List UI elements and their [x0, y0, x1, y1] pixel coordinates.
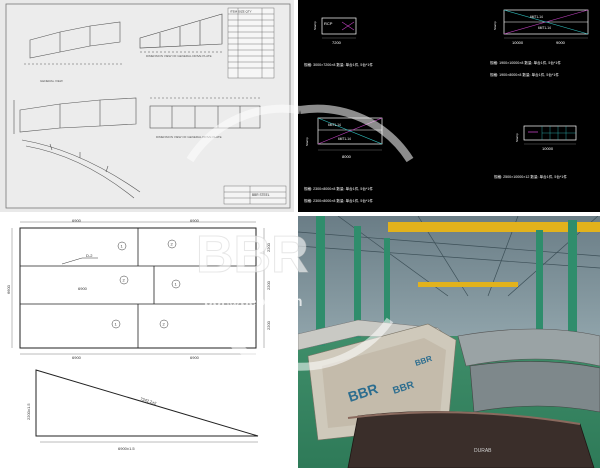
piece-c-label-2: 6MT1-14 [338, 137, 351, 141]
roof [298, 216, 600, 336]
curved-plate-stack [469, 361, 600, 413]
plan-title-2: DIMENSION VIEW OF GENERAL DRIVE PLATE [156, 135, 222, 139]
piece-c-label-1: 6MT1-14 [328, 123, 341, 127]
horizontal-divider [0, 212, 600, 216]
right-dim-1: 2200 [266, 242, 271, 252]
cut-note: D-2 [86, 253, 93, 258]
plate-text: DURAB [474, 448, 492, 454]
bottom-dim-right: 6900 [190, 355, 200, 360]
piece-number-4: 1 [175, 282, 178, 287]
piece-b-dim-1: 10000 [512, 40, 524, 45]
piece-c-caption: 规格: 2300×8000×8 数量: 单台1件, 5台*1件 [304, 186, 373, 191]
piece-c-dim: 8000 [342, 154, 352, 159]
cad-drawing-sheet: GENERAL VIEW DIMENSION VIEW OF GENERAL D… [5, 3, 291, 209]
far-crane [418, 282, 518, 287]
piece-a-dim: 7200 [332, 40, 342, 45]
factory-photo: BBR BBR BBR DURAB [298, 216, 600, 468]
nesting-plans-panel: RCP Stamp 7200 规格: 3000×7200×8 数量: 单台1件,… [298, 0, 600, 212]
table-header: ITEM SIZE QTY [230, 10, 252, 14]
tri-hyp: 7242.2±2 [140, 396, 158, 406]
piece-number-3: 2 [123, 278, 126, 283]
view-caption-1: GENERAL VIEW [40, 79, 63, 83]
cutting-layout: 6900 6900 6900 6900 6900 6600 2200 2200 … [6, 218, 271, 451]
vertical-label-1: Stamp [313, 21, 317, 30]
piece-number-5: 1 [115, 322, 118, 327]
vertical-label-2: Stamp [493, 21, 497, 30]
nesting-plans: RCP Stamp 7200 规格: 3000×7200×8 数量: 单台1件,… [304, 9, 589, 203]
middle-dim: 6900 [78, 286, 88, 291]
right-dim-2: 2200 [266, 280, 271, 290]
cutting-layout-panel: 6900 6900 6900 6900 6900 6600 2200 2200 … [0, 216, 294, 468]
bottom-dim-left: 6900 [72, 355, 82, 360]
right-dim-3: 2200 [266, 320, 271, 330]
piece-a-label: RCP [324, 21, 333, 26]
vertical-divider [294, 0, 298, 468]
piece-b-caption: 规格: 1900×10000×8 数量: 单台1件, 5台*1件 [490, 60, 561, 65]
parts-table [227, 7, 275, 79]
vertical-label-3: Stamp [305, 137, 309, 146]
factory-photo-panel: BBR BBR BBR DURAB [298, 216, 600, 468]
left-dim: 6600 [6, 284, 11, 294]
piece-d-dim: 10000 [542, 146, 554, 151]
tri-height: 2200±1.5 [26, 403, 31, 420]
plan-title-1: DIMENSION VIEW OF GENERAL DRIVE PLATE [146, 54, 212, 58]
title-block-text: BBR STEEL [252, 193, 270, 197]
piece-c-caption-2: 规格: 2300×8000×8 数量: 单台1件, 5台*1件 [304, 198, 373, 203]
tri-base: 6900±1.5 [118, 446, 135, 451]
piece-number-2: 2 [171, 242, 174, 247]
piece-b-caption-2: 规格: 1900×8000×8 数量: 单台1件, 5台*1件 [490, 72, 559, 77]
piece-b-dim-2: 9000 [556, 40, 566, 45]
vertical-label-4: Stamp [515, 133, 519, 142]
piece-a-caption: 规格: 3000×7200×8 数量: 单台1件, 5台*1件 [304, 62, 373, 67]
top-dim-left: 6900 [72, 218, 82, 223]
piece-b-label-1: 6MT1-14 [530, 15, 543, 19]
piece-d-caption: 规格: 2500×10000×12 数量: 单台1件, 5台*1件 [494, 174, 567, 179]
piece-d-grid [541, 126, 576, 140]
cad-drawing-panel: GENERAL VIEW DIMENSION VIEW OF GENERAL D… [0, 0, 294, 212]
top-dim-right: 6900 [190, 218, 200, 223]
piece-number-1: 1 [121, 244, 124, 249]
piece-number-6: 2 [163, 322, 166, 327]
piece-b-label-2: 6MT1-14 [538, 26, 551, 30]
